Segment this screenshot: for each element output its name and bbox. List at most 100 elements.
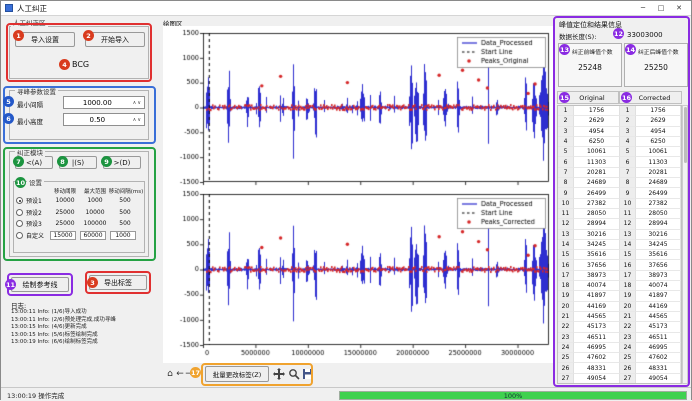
peak-index-cell[interactable]: 6	[620, 157, 636, 167]
peak-index-cell[interactable]: 11	[558, 209, 574, 219]
peak-original-cell[interactable]: 38973	[574, 271, 620, 281]
peak-corrected-cell[interactable]: 41897	[636, 291, 681, 301]
peak-index-cell[interactable]: 17	[620, 271, 636, 281]
peak-original-cell[interactable]: 44565	[574, 312, 620, 322]
peak-original-cell[interactable]: 40074	[574, 281, 620, 291]
peak-index-cell[interactable]: 7	[620, 168, 636, 178]
peak-index-cell[interactable]: 2	[558, 116, 574, 126]
peak-corrected-cell[interactable]: 26499	[636, 188, 681, 198]
preset-radio-1[interactable]	[16, 197, 23, 204]
peak-index-cell[interactable]: 14	[620, 240, 636, 250]
peak-index-cell[interactable]: 21	[558, 312, 574, 322]
peak-corrected-cell[interactable]: 45173	[636, 322, 681, 332]
peak-index-cell[interactable]: 17	[558, 271, 574, 281]
peak-corrected-cell[interactable]: 30216	[636, 230, 681, 240]
custom-value-input-1[interactable]: 60000	[80, 231, 106, 240]
peak-corrected-cell[interactable]: 44169	[636, 302, 681, 312]
minimize-button[interactable]: ─	[635, 2, 651, 14]
peak-index-cell[interactable]: 6	[558, 157, 574, 167]
peak-index-cell[interactable]: 10	[558, 199, 574, 209]
peak-original-cell[interactable]: 2629	[574, 116, 620, 126]
peak-index-cell[interactable]: 4	[620, 137, 636, 147]
peak-corrected-cell[interactable]: 20281	[636, 168, 681, 178]
peak-index-cell[interactable]: 11	[620, 209, 636, 219]
peak-index-cell[interactable]: 1	[620, 106, 636, 116]
peak-index-cell[interactable]: 9	[620, 188, 636, 198]
import-settings-button[interactable]: 导入设置	[15, 32, 75, 47]
peak-corrected-cell[interactable]: 37656	[636, 260, 681, 270]
peak-original-cell[interactable]: 26499	[574, 188, 620, 198]
peak-index-cell[interactable]: 1	[558, 106, 574, 116]
peak-index-cell[interactable]: 15	[620, 250, 636, 260]
table-scrollbar[interactable]	[682, 105, 688, 384]
min-interval-value[interactable]: 1000.00	[64, 99, 131, 107]
spinner-arrows-icon[interactable]: ∧∨	[131, 117, 144, 123]
chart-peaks-original[interactable]	[165, 28, 553, 188]
peak-corrected-cell[interactable]: 40074	[636, 281, 681, 291]
zoom-icon[interactable]	[288, 368, 300, 380]
peak-index-cell[interactable]: 8	[620, 178, 636, 188]
peak-index-cell[interactable]: 12	[620, 219, 636, 229]
peak-index-cell[interactable]: 19	[558, 291, 574, 301]
home-icon[interactable]: ⌂	[165, 367, 175, 380]
peak-index-cell[interactable]: 5	[620, 147, 636, 157]
peak-corrected-cell[interactable]: 11303	[636, 157, 681, 167]
peak-index-cell[interactable]: 8	[558, 178, 574, 188]
peak-corrected-cell[interactable]: 27382	[636, 199, 681, 209]
peak-index-cell[interactable]: 18	[558, 281, 574, 291]
peak-corrected-cell[interactable]: 10061	[636, 147, 681, 157]
peak-index-cell[interactable]: 7	[558, 168, 574, 178]
peak-corrected-cell[interactable]: 24689	[636, 178, 681, 188]
peak-original-cell[interactable]: 20281	[574, 168, 620, 178]
peak-original-cell[interactable]: 1756	[574, 106, 620, 116]
peak-index-cell[interactable]: 13	[558, 230, 574, 240]
batch-edit-labels-button[interactable]: 批量更改标签(Z)	[205, 366, 269, 382]
peak-index-cell[interactable]: 9	[558, 188, 574, 198]
pan-icon[interactable]	[273, 368, 285, 380]
peak-index-cell[interactable]: 24	[558, 343, 574, 353]
peak-original-cell[interactable]: 24689	[574, 178, 620, 188]
peak-original-cell[interactable]: 34245	[574, 240, 620, 250]
peak-index-cell[interactable]: 26	[620, 363, 636, 373]
peak-corrected-cell[interactable]: 28994	[636, 219, 681, 229]
peak-corrected-cell[interactable]: 4954	[636, 127, 681, 137]
peak-corrected-cell[interactable]: 38973	[636, 271, 681, 281]
preset-radio-3[interactable]	[16, 220, 23, 227]
peak-index-cell[interactable]: 23	[620, 333, 636, 343]
peak-index-cell[interactable]: 20	[558, 302, 574, 312]
peak-index-cell[interactable]: 4	[558, 137, 574, 147]
spinner-arrows-icon[interactable]: ∧∨	[131, 100, 144, 106]
peak-corrected-cell[interactable]: 34245	[636, 240, 681, 250]
peak-corrected-cell[interactable]: 2629	[636, 116, 681, 126]
custom-value-input-0[interactable]: 15000	[50, 231, 76, 240]
peak-original-cell[interactable]: 44169	[574, 302, 620, 312]
peak-index-cell[interactable]: 27	[558, 374, 574, 384]
peak-index-cell[interactable]: 3	[558, 127, 574, 137]
peak-index-cell[interactable]: 16	[558, 260, 574, 270]
peak-original-cell[interactable]: 46995	[574, 343, 620, 353]
draw-reference-button[interactable]: 绘制参考线	[11, 277, 69, 292]
peak-index-cell[interactable]: 21	[620, 312, 636, 322]
peak-original-cell[interactable]: 48331	[574, 363, 620, 373]
peak-original-cell[interactable]: 46511	[574, 333, 620, 343]
peak-index-cell[interactable]: 13	[620, 230, 636, 240]
peak-index-cell[interactable]: 20	[620, 302, 636, 312]
min-interval-spinbox[interactable]: 1000.00 ∧∨	[63, 96, 145, 109]
peak-original-cell[interactable]: 4954	[574, 127, 620, 137]
peak-corrected-cell[interactable]: 48331	[636, 363, 681, 373]
peak-index-cell[interactable]: 27	[620, 374, 636, 384]
peak-original-cell[interactable]: 41897	[574, 291, 620, 301]
close-button[interactable]: ✕	[671, 2, 687, 14]
save-icon[interactable]	[302, 368, 314, 380]
min-height-value[interactable]: 0.50	[64, 116, 131, 124]
peak-index-cell[interactable]: 26	[558, 363, 574, 373]
chart-peaks-corrected[interactable]	[165, 189, 553, 361]
peak-corrected-cell[interactable]: 47602	[636, 353, 681, 363]
peaks-table[interactable]: 1175611756226292262934954349544625046250…	[557, 105, 682, 384]
peak-index-cell[interactable]: 2	[620, 116, 636, 126]
peak-index-cell[interactable]: 5	[558, 147, 574, 157]
preset-radio-4[interactable]	[16, 232, 23, 239]
peak-index-cell[interactable]: 22	[558, 322, 574, 332]
peak-original-cell[interactable]: 28994	[574, 219, 620, 229]
peak-index-cell[interactable]: 19	[620, 291, 636, 301]
